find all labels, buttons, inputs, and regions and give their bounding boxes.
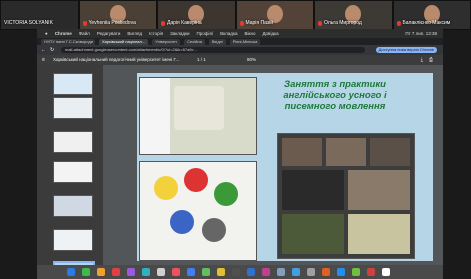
browser-tabs: НУПУ імені Г.С.Сковороди Харківський нац… [37, 38, 443, 45]
tab-1[interactable]: НУПУ імені Г.С.Сковороди [41, 38, 95, 45]
dock-app-icon[interactable] [367, 268, 375, 276]
muted-mic-icon [239, 21, 244, 26]
tab-5[interactable]: Вхідні [208, 38, 226, 45]
dock-app-icon[interactable] [112, 268, 120, 276]
muted-mic-icon [82, 21, 87, 26]
menu-help[interactable]: Довідка [262, 31, 278, 36]
menu-window[interactable]: Вікно [244, 31, 255, 36]
shared-screen: ● Chrome Файл Редагувати Вигляд Історія … [37, 29, 443, 279]
tab-2[interactable]: Харківський націонал... [99, 38, 149, 45]
mac-menubar: ● Chrome Файл Редагувати Вигляд Історія … [37, 29, 443, 38]
participant-name: Yevheniia Posliedova [88, 20, 136, 26]
thumbnail-sidebar[interactable] [37, 65, 103, 279]
dock-app-icon[interactable] [262, 268, 270, 276]
pdf-viewer: Заняття з практики англійського усного і… [37, 65, 443, 279]
muted-mic-icon [318, 21, 322, 26]
menu-icon[interactable]: ≡ [42, 57, 45, 63]
menu-edit[interactable]: Редагувати [97, 31, 121, 36]
dock-app-icon[interactable] [172, 268, 180, 276]
document-title: Харківський національний педагогічний ун… [53, 57, 180, 62]
dock-app-icon[interactable] [67, 268, 75, 276]
participant-name: VICTORIA SOLYANIK [4, 20, 53, 26]
zoom-level[interactable]: 80% [247, 57, 256, 62]
dock-app-icon[interactable] [232, 268, 240, 276]
mac-dock [37, 265, 443, 279]
participant-tile[interactable]: Марія Пазій [235, 0, 314, 30]
reload-icon[interactable]: ↻ [50, 47, 54, 53]
dock-app-icon[interactable] [217, 268, 225, 276]
dock-app-icon[interactable] [352, 268, 360, 276]
participant-tile[interactable]: VICTORIA SOLYANIK [0, 0, 79, 30]
dock-app-icon[interactable] [97, 268, 105, 276]
dock-app-icon[interactable] [157, 268, 165, 276]
tab-3[interactable]: Університет [152, 38, 181, 45]
participant-name: Дарія Каверіна [167, 20, 202, 26]
slide-page: Заняття з практики англійського усного і… [137, 73, 433, 261]
participant-tile[interactable]: Ольга Миргород [314, 0, 393, 30]
slide-heading: Заняття з практики англійського усного і… [283, 79, 387, 112]
dock-app-icon[interactable] [337, 268, 345, 276]
page-thumbnail[interactable] [53, 73, 93, 95]
dock-app-icon[interactable] [292, 268, 300, 276]
participant-tile[interactable]: Балаклієнко Максим [392, 0, 471, 30]
print-icon[interactable]: ⎙ [429, 57, 433, 63]
address-bar-area: ← ↻ mail-attachment.googleusercontent.co… [37, 45, 443, 55]
participant-name: Балаклієнко Максим [402, 20, 451, 26]
page-thumbnail[interactable] [53, 195, 93, 217]
dock-app-icon[interactable] [247, 268, 255, 276]
dock-app-icon[interactable] [142, 268, 150, 276]
page-thumbnail[interactable] [53, 131, 93, 153]
tab-6[interactable]: Рівні-Мінєска [229, 38, 261, 45]
dock-app-icon[interactable] [322, 268, 330, 276]
participant-name: Ольга Миргород [324, 20, 362, 26]
page-thumbnail[interactable] [53, 229, 93, 251]
participant-tile[interactable]: Дарія Каверіна [157, 0, 236, 30]
menu-tab[interactable]: Вкладка [220, 31, 237, 36]
dock-app-icon[interactable] [307, 268, 315, 276]
page-thumbnail[interactable] [53, 161, 93, 183]
participant-name: Марія Пазій [245, 20, 274, 26]
dock-app-icon[interactable] [82, 268, 90, 276]
dock-app-icon[interactable] [187, 268, 195, 276]
muted-mic-icon [161, 21, 165, 26]
dock-app-icon[interactable] [202, 268, 210, 276]
tab-4[interactable]: Сесійна [184, 38, 205, 45]
menu-file[interactable]: Файл [79, 31, 90, 36]
url-input[interactable]: mail-attachment.googleusercontent.com/at… [61, 47, 365, 53]
page-thumbnail[interactable] [53, 97, 93, 119]
menu-history[interactable]: Історія [149, 31, 163, 36]
menu-profiles[interactable]: Профілі [197, 31, 214, 36]
map-screenshot [139, 77, 257, 155]
video-call-collage [277, 133, 415, 259]
menu-bookmarks[interactable]: Закладки [170, 31, 189, 36]
apple-icon[interactable]: ● [45, 31, 48, 36]
pdf-toolbar: ≡ Харківський національний педагогічний … [37, 55, 443, 65]
page-indicator[interactable]: 1 / 1 [197, 57, 206, 62]
participant-tile[interactable]: Yevheniia Posliedova [78, 0, 157, 30]
dock-app-icon[interactable] [127, 268, 135, 276]
hats-diagram [139, 161, 257, 261]
clock: Пт 7 лип. 13:38 [405, 31, 437, 36]
dock-app-icon[interactable] [382, 268, 390, 276]
download-icon[interactable]: ⤓ [421, 57, 423, 63]
menu-view[interactable]: Вигляд [127, 31, 142, 36]
menu-chrome[interactable]: Chrome [55, 31, 72, 36]
update-chrome-button[interactable]: Доступна нова версія Chrome [375, 47, 437, 53]
back-icon[interactable]: ← [41, 47, 46, 53]
dock-app-icon[interactable] [277, 268, 285, 276]
muted-mic-icon [396, 21, 401, 26]
